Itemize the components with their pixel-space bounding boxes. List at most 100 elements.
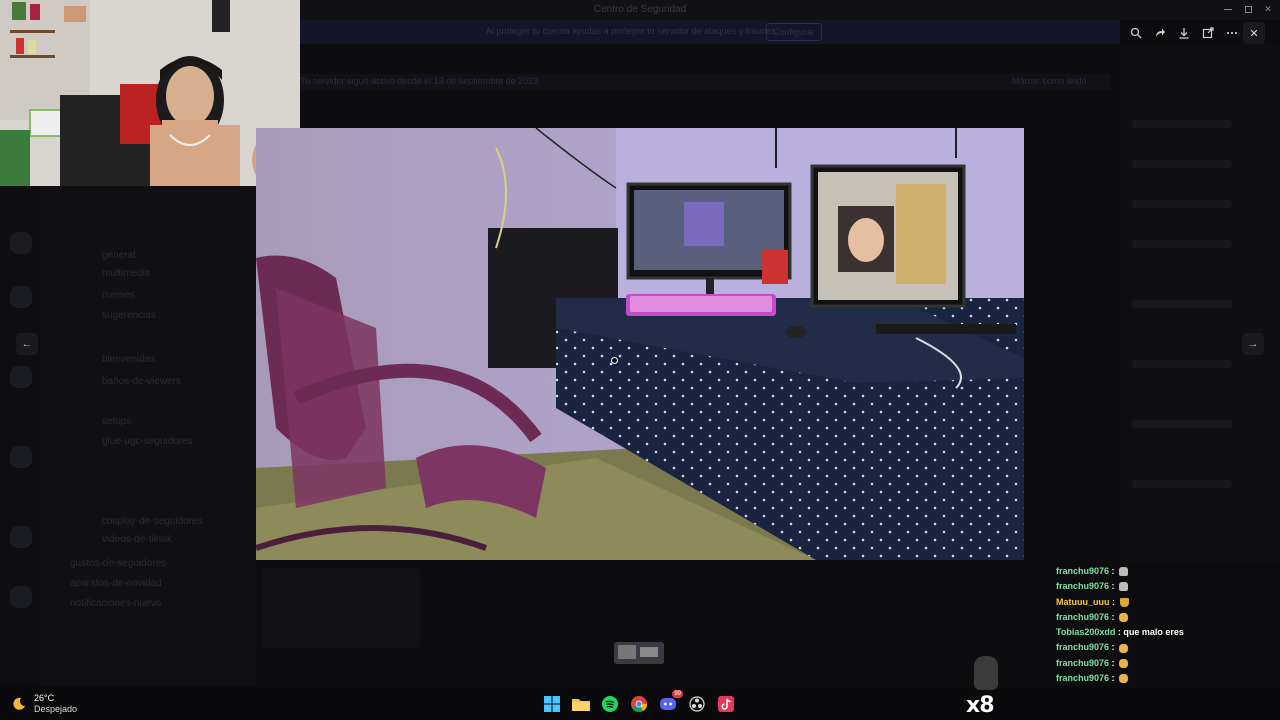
channel-item[interactable]: setups (102, 416, 131, 427)
chat-separator: : (1109, 596, 1118, 607)
channel-item[interactable]: notificaciones-nuevo (70, 598, 161, 609)
close-icon: ✕ (1249, 27, 1259, 40)
attachment-thumbnail[interactable] (262, 568, 420, 648)
webcam-overlay (0, 0, 300, 186)
discord-notification-badge: 99 (672, 690, 683, 698)
skull-emote-icon (1119, 567, 1129, 577)
discord-icon[interactable]: 99 (658, 690, 683, 714)
tiktok-icon[interactable] (716, 694, 736, 714)
chat-separator: : (1109, 642, 1118, 653)
server-icon[interactable] (10, 586, 32, 608)
chat-message: franchu9076 : (1056, 671, 1276, 686)
chat-separator: : (1109, 581, 1118, 592)
window-close-icon[interactable]: ✕ (1264, 4, 1272, 15)
viewer-image[interactable] (256, 128, 1024, 560)
security-banner: Al proteger tu cuenta ayudas a proteger … (300, 20, 1120, 44)
channel-item[interactable]: baños-de-viewers (102, 376, 181, 387)
hand-emote-icon (1119, 674, 1129, 684)
setup-photo (256, 128, 1024, 560)
file-explorer-icon[interactable] (571, 694, 591, 714)
channel-list: general multimedia memes sugerencias bie… (40, 186, 256, 686)
minimize-icon[interactable] (1224, 8, 1233, 10)
chat-username: franchu9076 (1056, 657, 1110, 668)
server-notice-text: Tu servidor sigue activo desde el 13 de … (300, 76, 539, 86)
channel-item[interactable]: memes (102, 290, 135, 301)
member-item[interactable] (1132, 480, 1232, 488)
chat-message: franchu9076 : (1056, 610, 1276, 625)
forward-icon[interactable] (1151, 24, 1169, 42)
previous-image-button[interactable]: ← (16, 333, 38, 355)
member-item[interactable] (1132, 120, 1232, 128)
server-notice: Tu servidor sigue activo desde el 13 de … (300, 74, 1110, 90)
hand-emote-icon (1119, 613, 1129, 623)
mouse-cursor (611, 357, 618, 364)
chat-message: franchu9076 : (1056, 656, 1276, 671)
member-item[interactable] (1132, 360, 1232, 368)
taskbar-apps: 99 (542, 690, 736, 714)
thumbnail-image (614, 642, 664, 664)
open-external-icon[interactable] (1199, 24, 1217, 42)
more-icon[interactable] (1223, 24, 1241, 42)
member-item[interactable] (1132, 160, 1232, 168)
spotify-icon[interactable] (600, 694, 620, 714)
chat-username: franchu9076 (1056, 566, 1110, 576)
windows-start-icon[interactable] (542, 694, 562, 714)
chat-separator: : (1109, 611, 1118, 622)
weather-condition: Despejado (34, 704, 78, 714)
maximize-icon[interactable] (1244, 5, 1252, 13)
hand-emote-icon (1119, 643, 1129, 653)
viewer-toolbar (1124, 22, 1244, 44)
channel-item[interactable]: gustos-de-seguidores (70, 558, 166, 569)
zoom-in-icon[interactable] (1127, 24, 1145, 42)
screen: Centro de Seguridad ✕ Al proteger tu cue… (0, 0, 1280, 720)
moon-icon (13, 697, 25, 710)
chat-username: franchu9076 (1056, 642, 1110, 653)
member-item[interactable] (1132, 240, 1232, 248)
chat-message: Matuuu_uuu : (1056, 595, 1276, 610)
member-item[interactable] (1132, 200, 1232, 208)
chat-username: franchu9076 (1056, 581, 1110, 592)
channel-item[interactable]: sugerencias (102, 310, 156, 321)
server-list (0, 186, 40, 686)
trophy-emote-icon (1119, 597, 1129, 607)
member-item[interactable] (1132, 300, 1232, 308)
server-icon[interactable] (10, 446, 32, 468)
server-icon[interactable] (10, 366, 32, 388)
channel-item[interactable]: aparatos-de-navidad (70, 578, 162, 589)
chat-separator: : (1109, 673, 1118, 684)
channel-item[interactable]: general (102, 250, 135, 261)
arrow-left-icon: ← (21, 338, 33, 350)
server-notice-action[interactable]: Marcar como leído (1012, 76, 1087, 86)
window-controls: ✕ (1218, 2, 1278, 16)
security-banner-text: Al proteger tu cuenta ayudas a proteger … (486, 26, 779, 36)
weather-temperature: 26°C (34, 693, 55, 703)
chat-message: franchu9076 : (1056, 579, 1276, 594)
image-thumbnail-strip[interactable] (614, 642, 664, 664)
channel-item[interactable]: bienvenidas (102, 354, 155, 365)
chat-username: franchu9076 (1056, 611, 1110, 622)
skull-emote-icon (1119, 582, 1129, 592)
security-banner-button[interactable]: Configurar (766, 23, 823, 41)
download-icon[interactable] (1175, 24, 1193, 42)
channel-item[interactable]: videos-de-tiktok (102, 534, 172, 545)
channel-item[interactable]: glue-ugc-seguidores (102, 436, 193, 447)
channel-item[interactable]: multimedia (102, 268, 150, 279)
chat-message: franchu9076 : (1056, 640, 1276, 655)
chat-username: Matuuu_uuu (1056, 596, 1110, 607)
skull-overlay-icon (974, 656, 998, 690)
close-viewer-button[interactable]: ✕ (1243, 22, 1265, 44)
arrow-right-icon: → (1247, 338, 1259, 350)
chat-text: que malo eres (1123, 627, 1184, 638)
channel-item[interactable]: cosplay-de-seguidores (102, 516, 203, 527)
chrome-icon[interactable] (629, 694, 649, 714)
next-image-button[interactable]: → (1242, 333, 1264, 355)
chat-separator: : (1109, 657, 1118, 668)
server-icon[interactable] (10, 232, 32, 254)
weather-widget[interactable]: 26°C Despejado (12, 691, 77, 717)
server-icon[interactable] (10, 286, 32, 308)
member-item[interactable] (1132, 420, 1232, 428)
obs-icon[interactable] (687, 694, 707, 714)
webcam-feed (0, 0, 300, 186)
overlay-multiplier: x8 (966, 693, 994, 718)
server-icon[interactable] (10, 526, 32, 548)
